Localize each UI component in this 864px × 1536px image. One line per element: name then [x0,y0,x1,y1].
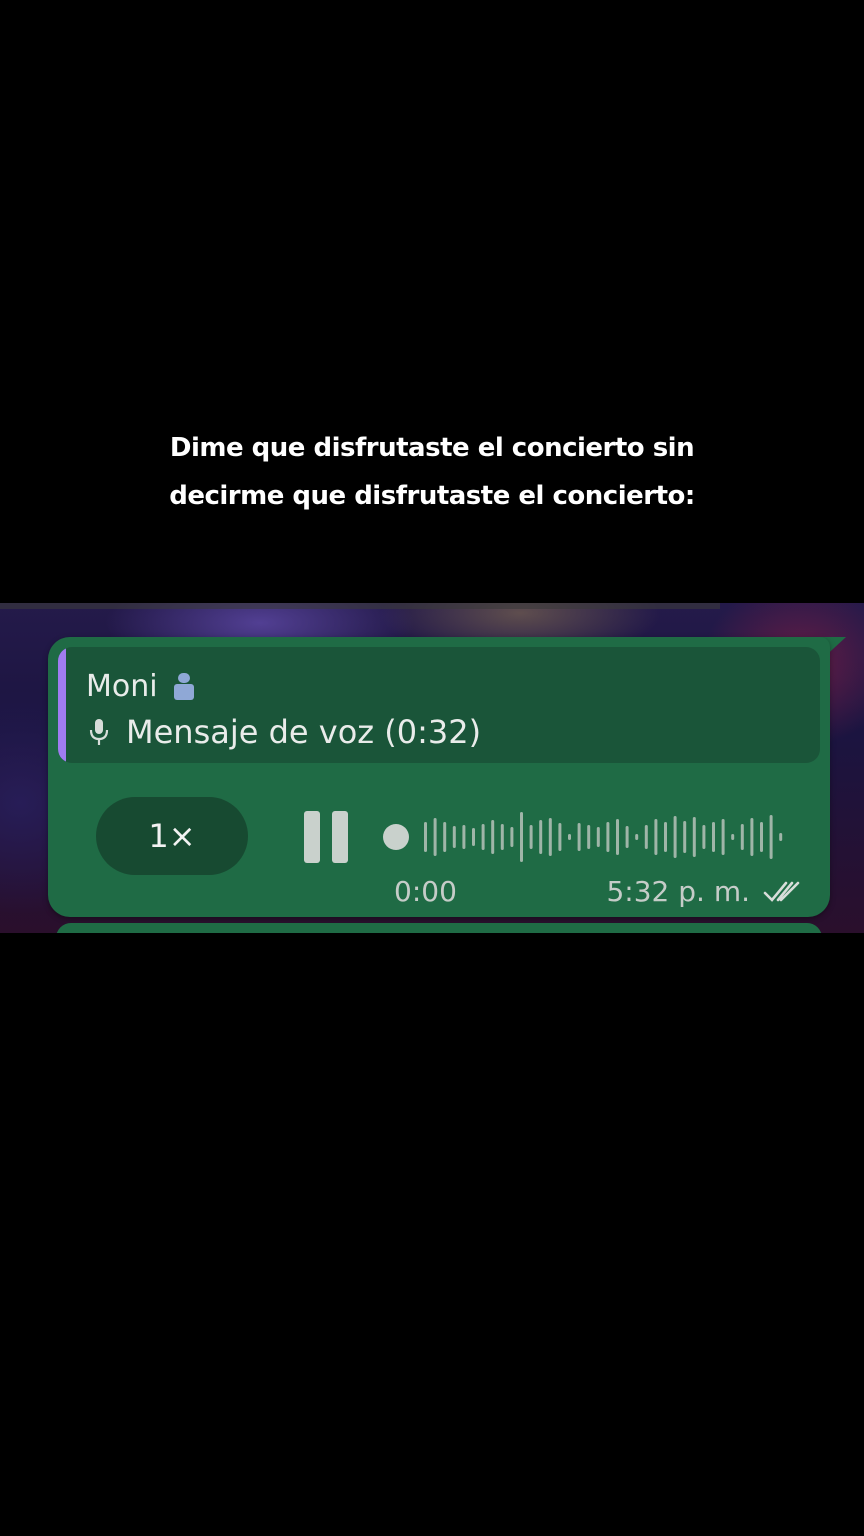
waveform-bar [683,821,687,853]
audio-waveform[interactable] [382,809,802,865]
waveform-bar [548,818,552,856]
quoted-message[interactable]: Moni Mensaje de voz (0:32) [58,647,820,763]
divider [0,603,720,609]
waveform-bar [779,833,783,841]
chat-screenshot: Moni Mensaje de voz (0:32) 1× 0:00 5:32 … [0,603,864,933]
waveform-bar [424,822,427,852]
waveform-bar [558,823,562,851]
playhead-handle[interactable] [383,824,409,850]
waveform-bar [443,822,447,852]
quoted-sender: Moni [86,669,196,704]
waveform-bar [577,823,581,851]
message-meta: 5:32 p. m. [606,875,802,908]
elapsed-time: 0:00 [394,875,457,908]
waveform-bar [587,825,591,849]
caption-line-1: Dime que disfrutaste el concierto sin [169,433,695,463]
waveform-bar [616,819,619,855]
waveform-bar [500,824,504,850]
waveform-bar [491,820,495,854]
waveform-bar [692,817,696,857]
microphone-icon [89,719,109,745]
waveform-bar [635,834,639,840]
waveform-bar [750,818,754,856]
page: Dime que disfrutaste el concierto sin de… [0,0,864,1536]
person-emoji-icon [172,672,196,701]
quoted-sender-name: Moni [86,669,158,704]
waveform-bar [673,816,677,858]
waveform-bar [596,827,600,847]
waveform-bar [664,822,667,852]
waveform-bar [769,815,773,859]
pause-button[interactable] [304,811,350,863]
waveform-bar [760,822,763,852]
waveform-bar [702,825,706,849]
waveform-bar [625,826,629,848]
waveform-bar [472,828,475,846]
caption-line-2: decirme que disfrutaste el concierto: [169,481,695,511]
waveform-bar [481,824,485,850]
waveform-bar [721,819,725,855]
voice-message-bubble[interactable]: Moni Mensaje de voz (0:32) 1× 0:00 5:32 … [48,637,830,917]
quoted-text-label: Mensaje de voz (0:32) [126,713,482,751]
waveform-bar [568,834,571,840]
waveform-bar [654,819,658,855]
waveform-bar [606,822,610,852]
pause-icon [304,811,320,863]
waveform-bar [712,822,715,852]
double-check-icon [763,881,800,902]
waveform-bar [539,820,543,854]
overlay-caption: Dime que disfrutaste el concierto sin de… [0,424,864,520]
waveform-bar [644,825,648,849]
message-timestamp: 5:32 p. m. [606,875,750,908]
waveform-bar [529,825,533,849]
quoted-text: Mensaje de voz (0:32) [88,713,481,751]
waveform-bar [510,827,514,847]
waveform-bar [740,824,744,850]
quote-accent-bar [58,647,66,763]
waveform-bar [433,818,437,856]
waveform-bar [520,812,523,862]
waveform-bar [731,834,735,840]
playback-speed-button[interactable]: 1× [96,797,248,875]
waveform-bar [452,826,456,848]
waveform-bar [462,825,466,849]
next-message-bubble [56,923,822,933]
